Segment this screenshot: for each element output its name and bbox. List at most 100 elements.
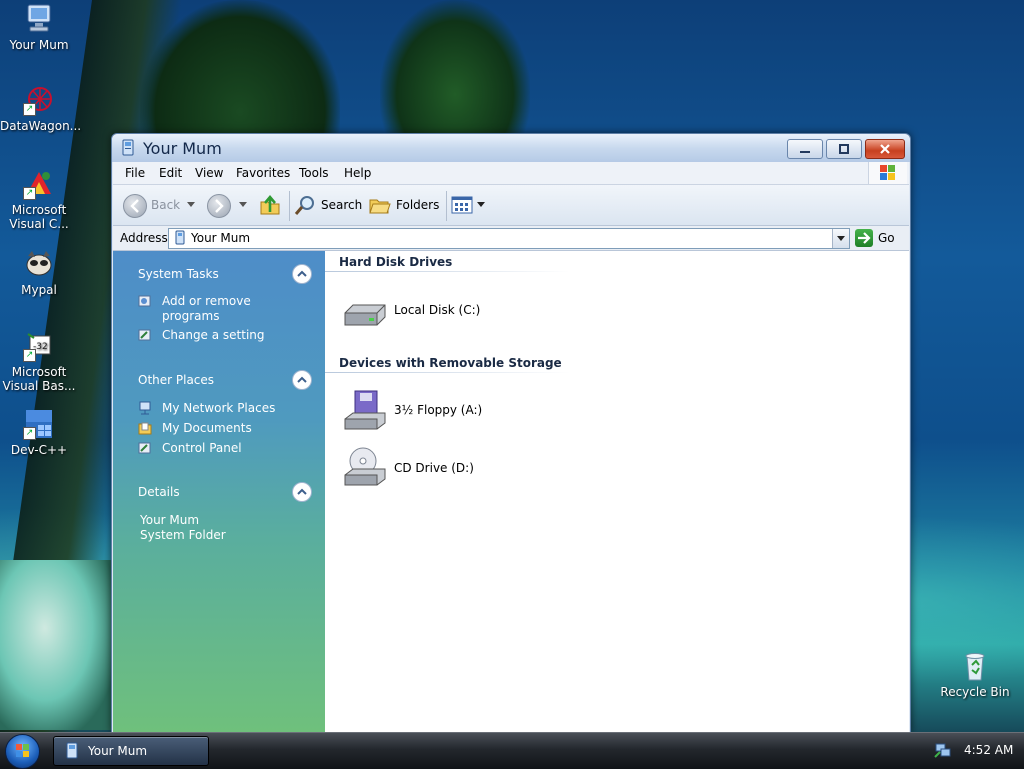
menu-favorites[interactable]: Favorites <box>236 166 290 180</box>
desktop-icon-visual-basic[interactable]: -32 ↗ Microsoft Visual Bas... <box>0 330 78 393</box>
my-documents-icon <box>138 422 152 435</box>
desktop-icon-mypal[interactable]: Mypal <box>0 248 78 297</box>
desktop-icon-label: DataWagon... <box>0 119 82 133</box>
computer-icon <box>175 230 185 245</box>
windows-logo-icon <box>868 162 907 184</box>
search-button[interactable]: Search <box>293 194 363 216</box>
details-type: System Folder <box>140 528 226 542</box>
windows-logo-icon <box>16 744 29 757</box>
title-bar[interactable]: Your Mum <box>112 134 910 162</box>
menu-bar: File Edit View Favorites Tools Help <box>113 162 909 185</box>
address-input[interactable]: Your Mum <box>168 228 850 249</box>
minimize-icon <box>800 151 810 153</box>
folders-label: Folders <box>396 198 440 212</box>
floppy-drive-icon <box>344 390 386 430</box>
taskbar-button-label: Your Mum <box>88 744 148 758</box>
computer-icon <box>66 742 78 759</box>
menu-help[interactable]: Help <box>344 166 371 180</box>
shortcut-arrow-icon: ↗ <box>23 187 36 200</box>
other-places-title[interactable]: Other Places <box>138 373 214 387</box>
desktop-icon-label: Microsoft Visual Bas... <box>2 365 76 393</box>
details-title[interactable]: Details <box>138 485 180 499</box>
chevron-up-icon <box>297 376 307 383</box>
menu-view[interactable]: View <box>195 166 223 180</box>
start-button[interactable] <box>5 734 40 769</box>
collapse-other-places-button[interactable] <box>292 370 312 390</box>
shortcut-arrow-icon: ↗ <box>23 427 36 440</box>
clock[interactable]: 4:52 AM <box>964 743 1013 757</box>
minimize-button[interactable] <box>787 139 823 159</box>
taskbar-button-your-mum[interactable]: Your Mum <box>53 736 209 766</box>
recycle-bin-icon <box>958 650 992 682</box>
add-remove-programs-icon <box>138 295 151 307</box>
go-arrow-icon <box>855 229 873 247</box>
control-panel-icon <box>138 442 151 454</box>
chevron-down-icon <box>187 202 195 207</box>
drive-label: 3½ Floppy (A:) <box>394 403 483 417</box>
menu-edit[interactable]: Edit <box>159 166 182 180</box>
up-folder-button[interactable] <box>259 194 283 216</box>
hard-disk-drives-header: Hard Disk Drives <box>339 255 453 269</box>
drive-label: Local Disk (C:) <box>394 303 481 317</box>
place-label: Control Panel <box>162 441 242 455</box>
mypal-icon <box>22 248 56 280</box>
menu-file[interactable]: File <box>125 166 145 180</box>
task-label: Change a setting <box>162 328 265 342</box>
datawagon-icon: ↗ <box>22 84 56 116</box>
views-button[interactable] <box>451 194 487 216</box>
close-icon <box>880 144 890 154</box>
taskbar: Your Mum 4:52 AM <box>0 732 1024 769</box>
desktop-icon-label: Microsoft Visual C... <box>9 203 69 231</box>
address-label: Address <box>120 231 168 245</box>
palm-fronds-decoration-2 <box>380 0 530 135</box>
desktop-icon-dev-cpp[interactable]: ↗ Dev-C++ <box>0 408 78 457</box>
folders-button[interactable]: Folders <box>368 194 440 216</box>
desktop-icon-your-mum[interactable]: Your Mum <box>0 3 78 52</box>
back-arrow-icon <box>123 194 147 218</box>
desktop-icon-label: Your Mum <box>9 38 69 52</box>
address-dropdown-button[interactable] <box>832 229 849 248</box>
removable-storage-header: Devices with Removable Storage <box>339 356 562 370</box>
explorer-window[interactable]: Your Mum File Edit View Favorites Tools … <box>111 133 911 733</box>
network-places-icon <box>139 401 151 415</box>
shortcut-arrow-icon: ↗ <box>23 349 36 362</box>
hard-disk-icon <box>344 304 386 326</box>
beach-decoration <box>0 560 112 730</box>
back-button[interactable]: Back <box>123 194 195 218</box>
toolbar-separator <box>446 191 447 221</box>
search-icon <box>294 196 314 215</box>
chevron-down-icon <box>477 202 485 207</box>
palm-fronds-decoration <box>140 0 340 140</box>
views-icon <box>451 196 473 214</box>
desktop-icon-label: Recycle Bin <box>940 685 1010 699</box>
task-label: Add or remove programs <box>162 294 251 323</box>
network-tray-icon[interactable] <box>934 741 952 759</box>
desktop-icon-recycle-bin[interactable]: Recycle Bin <box>936 650 1014 699</box>
desktop-icon-label: Mypal <box>21 283 57 297</box>
details-name: Your Mum <box>140 513 200 527</box>
collapse-details-button[interactable] <box>292 482 312 502</box>
desktop-icon-visual-c[interactable]: ↗ Microsoft Visual C... <box>0 168 78 231</box>
drive-label: CD Drive (D:) <box>394 461 474 475</box>
collapse-system-tasks-button[interactable] <box>292 264 312 284</box>
system-tasks-title[interactable]: System Tasks <box>138 267 219 281</box>
control-panel-icon <box>138 329 151 341</box>
toolbar: Back Search Folders <box>113 185 909 226</box>
maximize-button[interactable] <box>826 139 862 159</box>
toolbar-separator <box>289 191 290 221</box>
section-divider <box>325 271 570 272</box>
menu-tools[interactable]: Tools <box>299 166 329 180</box>
visual-basic-icon: -32 ↗ <box>22 330 56 362</box>
close-button[interactable] <box>865 139 905 159</box>
maximize-icon <box>839 144 849 154</box>
forward-button[interactable] <box>207 194 247 218</box>
folders-icon <box>369 199 391 214</box>
search-label: Search <box>321 198 363 212</box>
computer-icon <box>22 3 56 35</box>
place-label: My Network Places <box>162 401 276 415</box>
task-pane: System Tasks Add or remove programs Chan… <box>113 251 325 732</box>
chevron-up-icon <box>297 270 307 277</box>
go-label: Go <box>878 231 895 245</box>
desktop-icon-datawagon[interactable]: ↗ DataWagon... <box>0 84 82 133</box>
chevron-down-icon <box>837 236 845 241</box>
